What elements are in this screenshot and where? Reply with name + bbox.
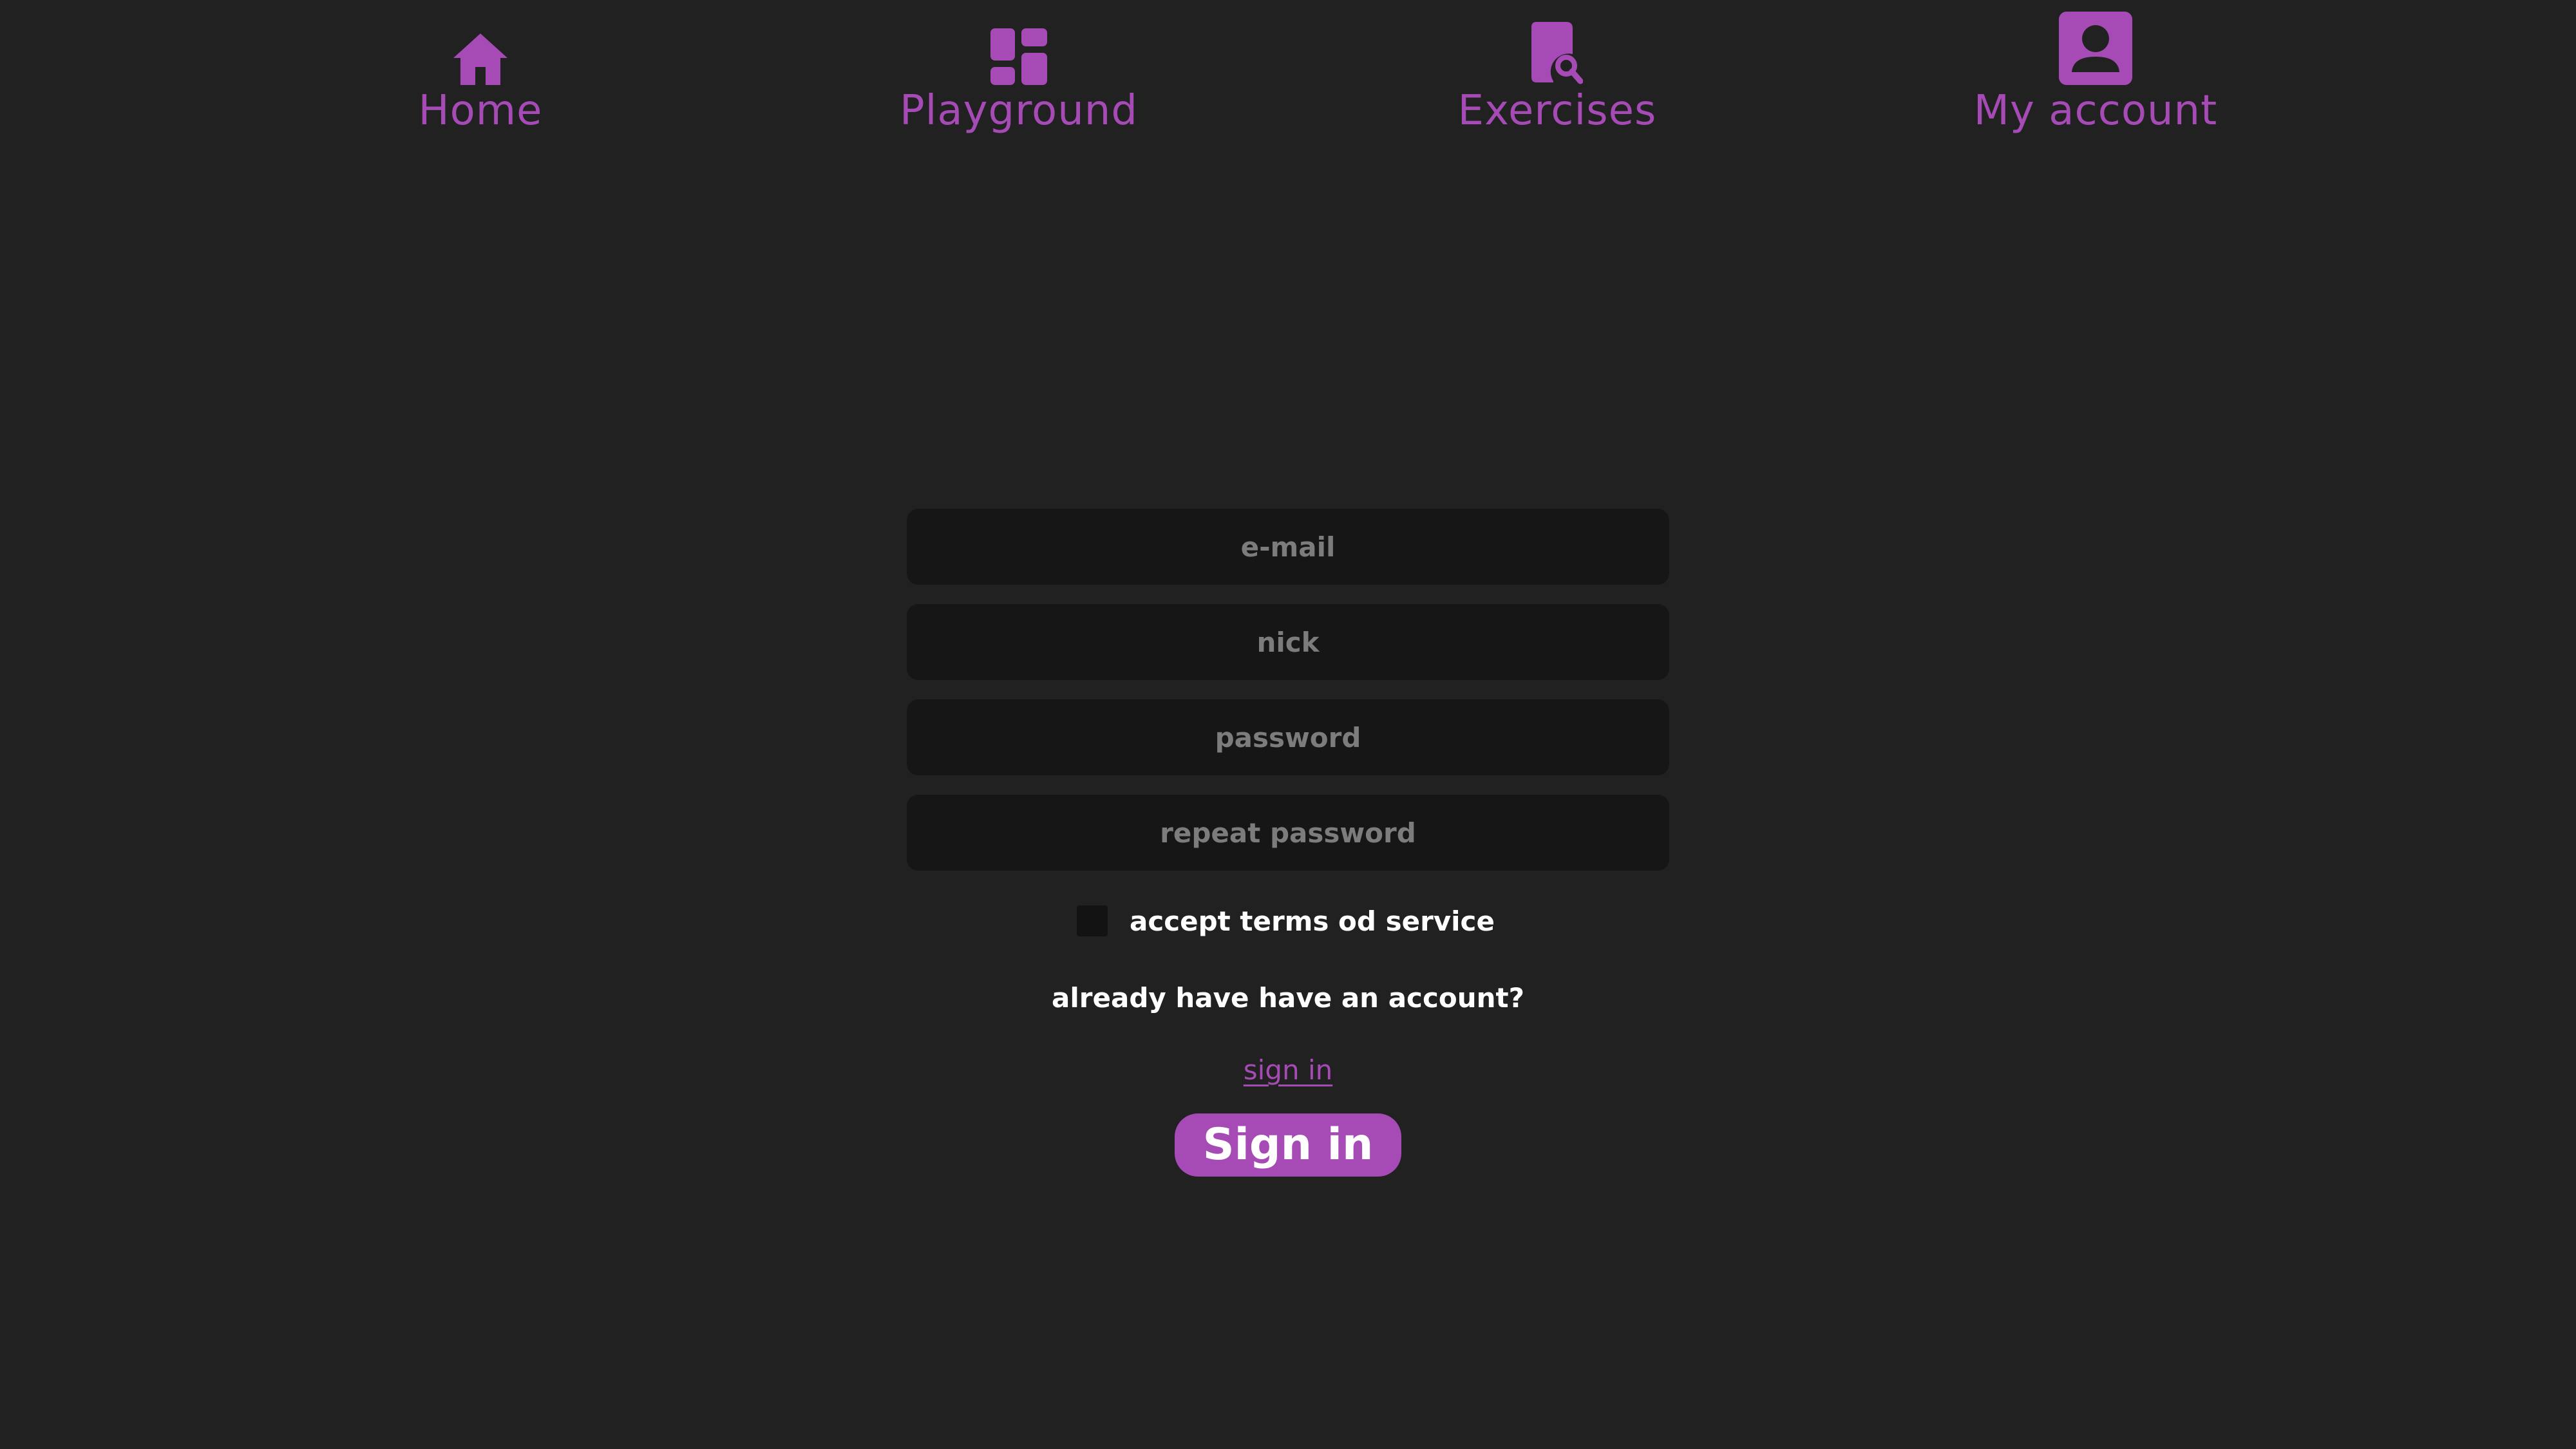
nav-exercises-label: Exercises (1457, 87, 1657, 135)
terms-row[interactable]: accept terms od service (1077, 904, 1495, 938)
signin-link[interactable]: sign in (1244, 1054, 1332, 1086)
dashboard-icon (990, 13, 1047, 85)
signin-link-row: sign in (902, 1051, 1674, 1090)
already-have-account-text: already have have an account? (1052, 982, 1524, 1014)
email-field[interactable] (907, 509, 1669, 585)
nav-my-account-label: My account (1973, 87, 2218, 135)
account-box-icon (2059, 12, 2132, 85)
nav-my-account[interactable]: My account (1902, 12, 2289, 135)
nav-home-label: Home (418, 87, 543, 135)
document-search-icon (1531, 13, 1583, 85)
repeat-password-field[interactable] (907, 795, 1669, 871)
terms-label: accept terms od service (1130, 905, 1495, 937)
nav-playground-label: Playground (900, 87, 1138, 135)
password-field[interactable] (907, 699, 1669, 775)
nav-exercises[interactable]: Exercises (1364, 13, 1750, 135)
nav-playground[interactable]: Playground (826, 13, 1212, 135)
nick-field[interactable] (907, 604, 1669, 680)
signin-button[interactable]: Sign in (1175, 1113, 1401, 1177)
home-icon (452, 13, 509, 85)
nav-home[interactable]: Home (287, 13, 674, 135)
terms-checkbox[interactable] (1077, 905, 1108, 936)
